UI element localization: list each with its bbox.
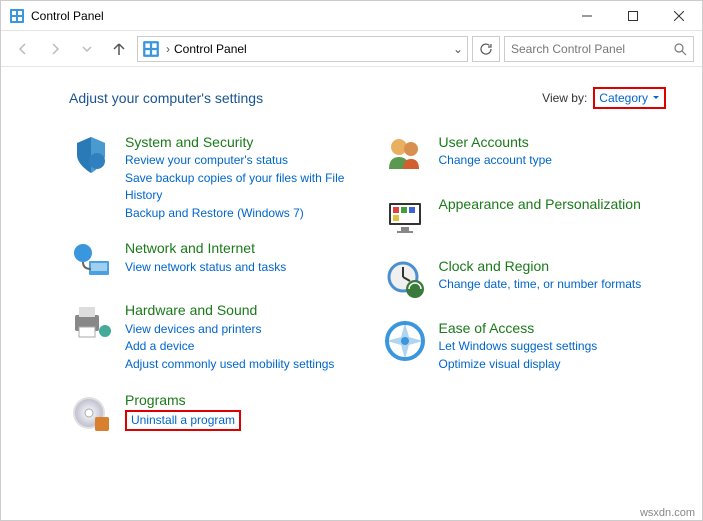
clock-icon[interactable] (383, 257, 427, 301)
chevron-down-icon (652, 94, 660, 102)
search-icon (673, 42, 687, 56)
category-body: User AccountsChange account type (439, 133, 552, 177)
printer-icon[interactable] (69, 301, 113, 345)
category-heading[interactable]: Hardware and Sound (125, 301, 334, 319)
content-area: Adjust your computer's settings View by:… (1, 67, 702, 435)
category-heading[interactable]: Ease of Access (439, 319, 598, 337)
category-item: System and SecurityReview your computer'… (69, 133, 353, 221)
page-heading: Adjust your computer's settings (69, 90, 542, 106)
window-title: Control Panel (31, 9, 564, 23)
viewby-dropdown[interactable]: Category (593, 87, 666, 109)
category-link[interactable]: Change account type (439, 152, 552, 169)
category-item: Clock and RegionChange date, time, or nu… (383, 257, 667, 301)
close-button[interactable] (656, 1, 702, 31)
disc-icon[interactable] (69, 391, 113, 435)
category-item: Network and Internet View network status … (69, 239, 353, 283)
category-link[interactable]: Review your computer's status (125, 152, 353, 169)
category-heading[interactable]: Programs (125, 391, 241, 409)
category-body: Appearance and Personalization (439, 195, 641, 239)
category-columns: System and SecurityReview your computer'… (69, 133, 666, 435)
category-link[interactable]: Let Windows suggest settings (439, 338, 598, 355)
header-row: Adjust your computer's settings View by:… (69, 87, 666, 109)
category-body: ProgramsUninstall a program (125, 391, 241, 435)
navbar: › Control Panel ⌄ Search Control Panel (1, 31, 702, 67)
category-heading[interactable]: Network and Internet (125, 239, 286, 257)
category-link[interactable]: Save backup copies of your files with Fi… (125, 170, 353, 204)
category-heading[interactable]: User Accounts (439, 133, 552, 151)
maximize-button[interactable] (610, 1, 656, 31)
category-item: Hardware and Sound View devices and print… (69, 301, 353, 373)
address-bar[interactable]: › Control Panel ⌄ (137, 36, 468, 62)
network-icon[interactable] (69, 239, 113, 283)
ease-icon[interactable] (383, 319, 427, 363)
forward-button[interactable] (41, 35, 69, 63)
search-input[interactable]: Search Control Panel (504, 36, 694, 62)
category-link[interactable]: View devices and printers (125, 321, 334, 338)
breadcrumb-item[interactable]: Control Panel (174, 42, 247, 56)
search-placeholder: Search Control Panel (511, 42, 673, 56)
category-heading[interactable]: Clock and Region (439, 257, 642, 275)
category-link[interactable]: Optimize visual display (439, 356, 598, 373)
titlebar: Control Panel (1, 1, 702, 31)
screen-icon[interactable] (383, 195, 427, 239)
category-link[interactable]: Uninstall a program (125, 410, 241, 431)
category-body: Hardware and Sound View devices and print… (125, 301, 334, 373)
chevron-right-icon[interactable]: › (166, 42, 170, 56)
category-item: Appearance and Personalization (383, 195, 667, 239)
category-link[interactable]: Change date, time, or number formats (439, 276, 642, 293)
footer-watermark: wsxdn.com (640, 507, 695, 519)
category-link[interactable]: Adjust commonly used mobility settings (125, 356, 334, 373)
shield-icon[interactable] (69, 133, 113, 177)
category-item: User AccountsChange account type (383, 133, 667, 177)
control-panel-icon (142, 40, 160, 58)
category-link[interactable]: Add a device (125, 338, 334, 355)
control-panel-icon (9, 8, 25, 24)
category-item: Ease of AccessLet Windows suggest settin… (383, 319, 667, 373)
refresh-button[interactable] (472, 36, 500, 62)
recent-dropdown[interactable] (73, 35, 101, 63)
category-body: Clock and RegionChange date, time, or nu… (439, 257, 642, 301)
category-link[interactable]: Backup and Restore (Windows 7) (125, 205, 353, 222)
category-heading[interactable]: Appearance and Personalization (439, 195, 641, 213)
category-body: System and SecurityReview your computer'… (125, 133, 353, 221)
category-heading[interactable]: System and Security (125, 133, 353, 151)
right-column: User AccountsChange account type Appearan… (383, 133, 667, 435)
category-body: Network and Internet View network status … (125, 239, 286, 283)
back-button[interactable] (9, 35, 37, 63)
minimize-button[interactable] (564, 1, 610, 31)
chevron-down-icon[interactable]: ⌄ (453, 42, 463, 56)
up-button[interactable] (105, 35, 133, 63)
category-item: ProgramsUninstall a program (69, 391, 353, 435)
users-icon[interactable] (383, 133, 427, 177)
category-body: Ease of AccessLet Windows suggest settin… (439, 319, 598, 373)
viewby-label: View by: (542, 91, 587, 105)
category-link[interactable]: View network status and tasks (125, 259, 286, 276)
left-column: System and SecurityReview your computer'… (69, 133, 353, 435)
